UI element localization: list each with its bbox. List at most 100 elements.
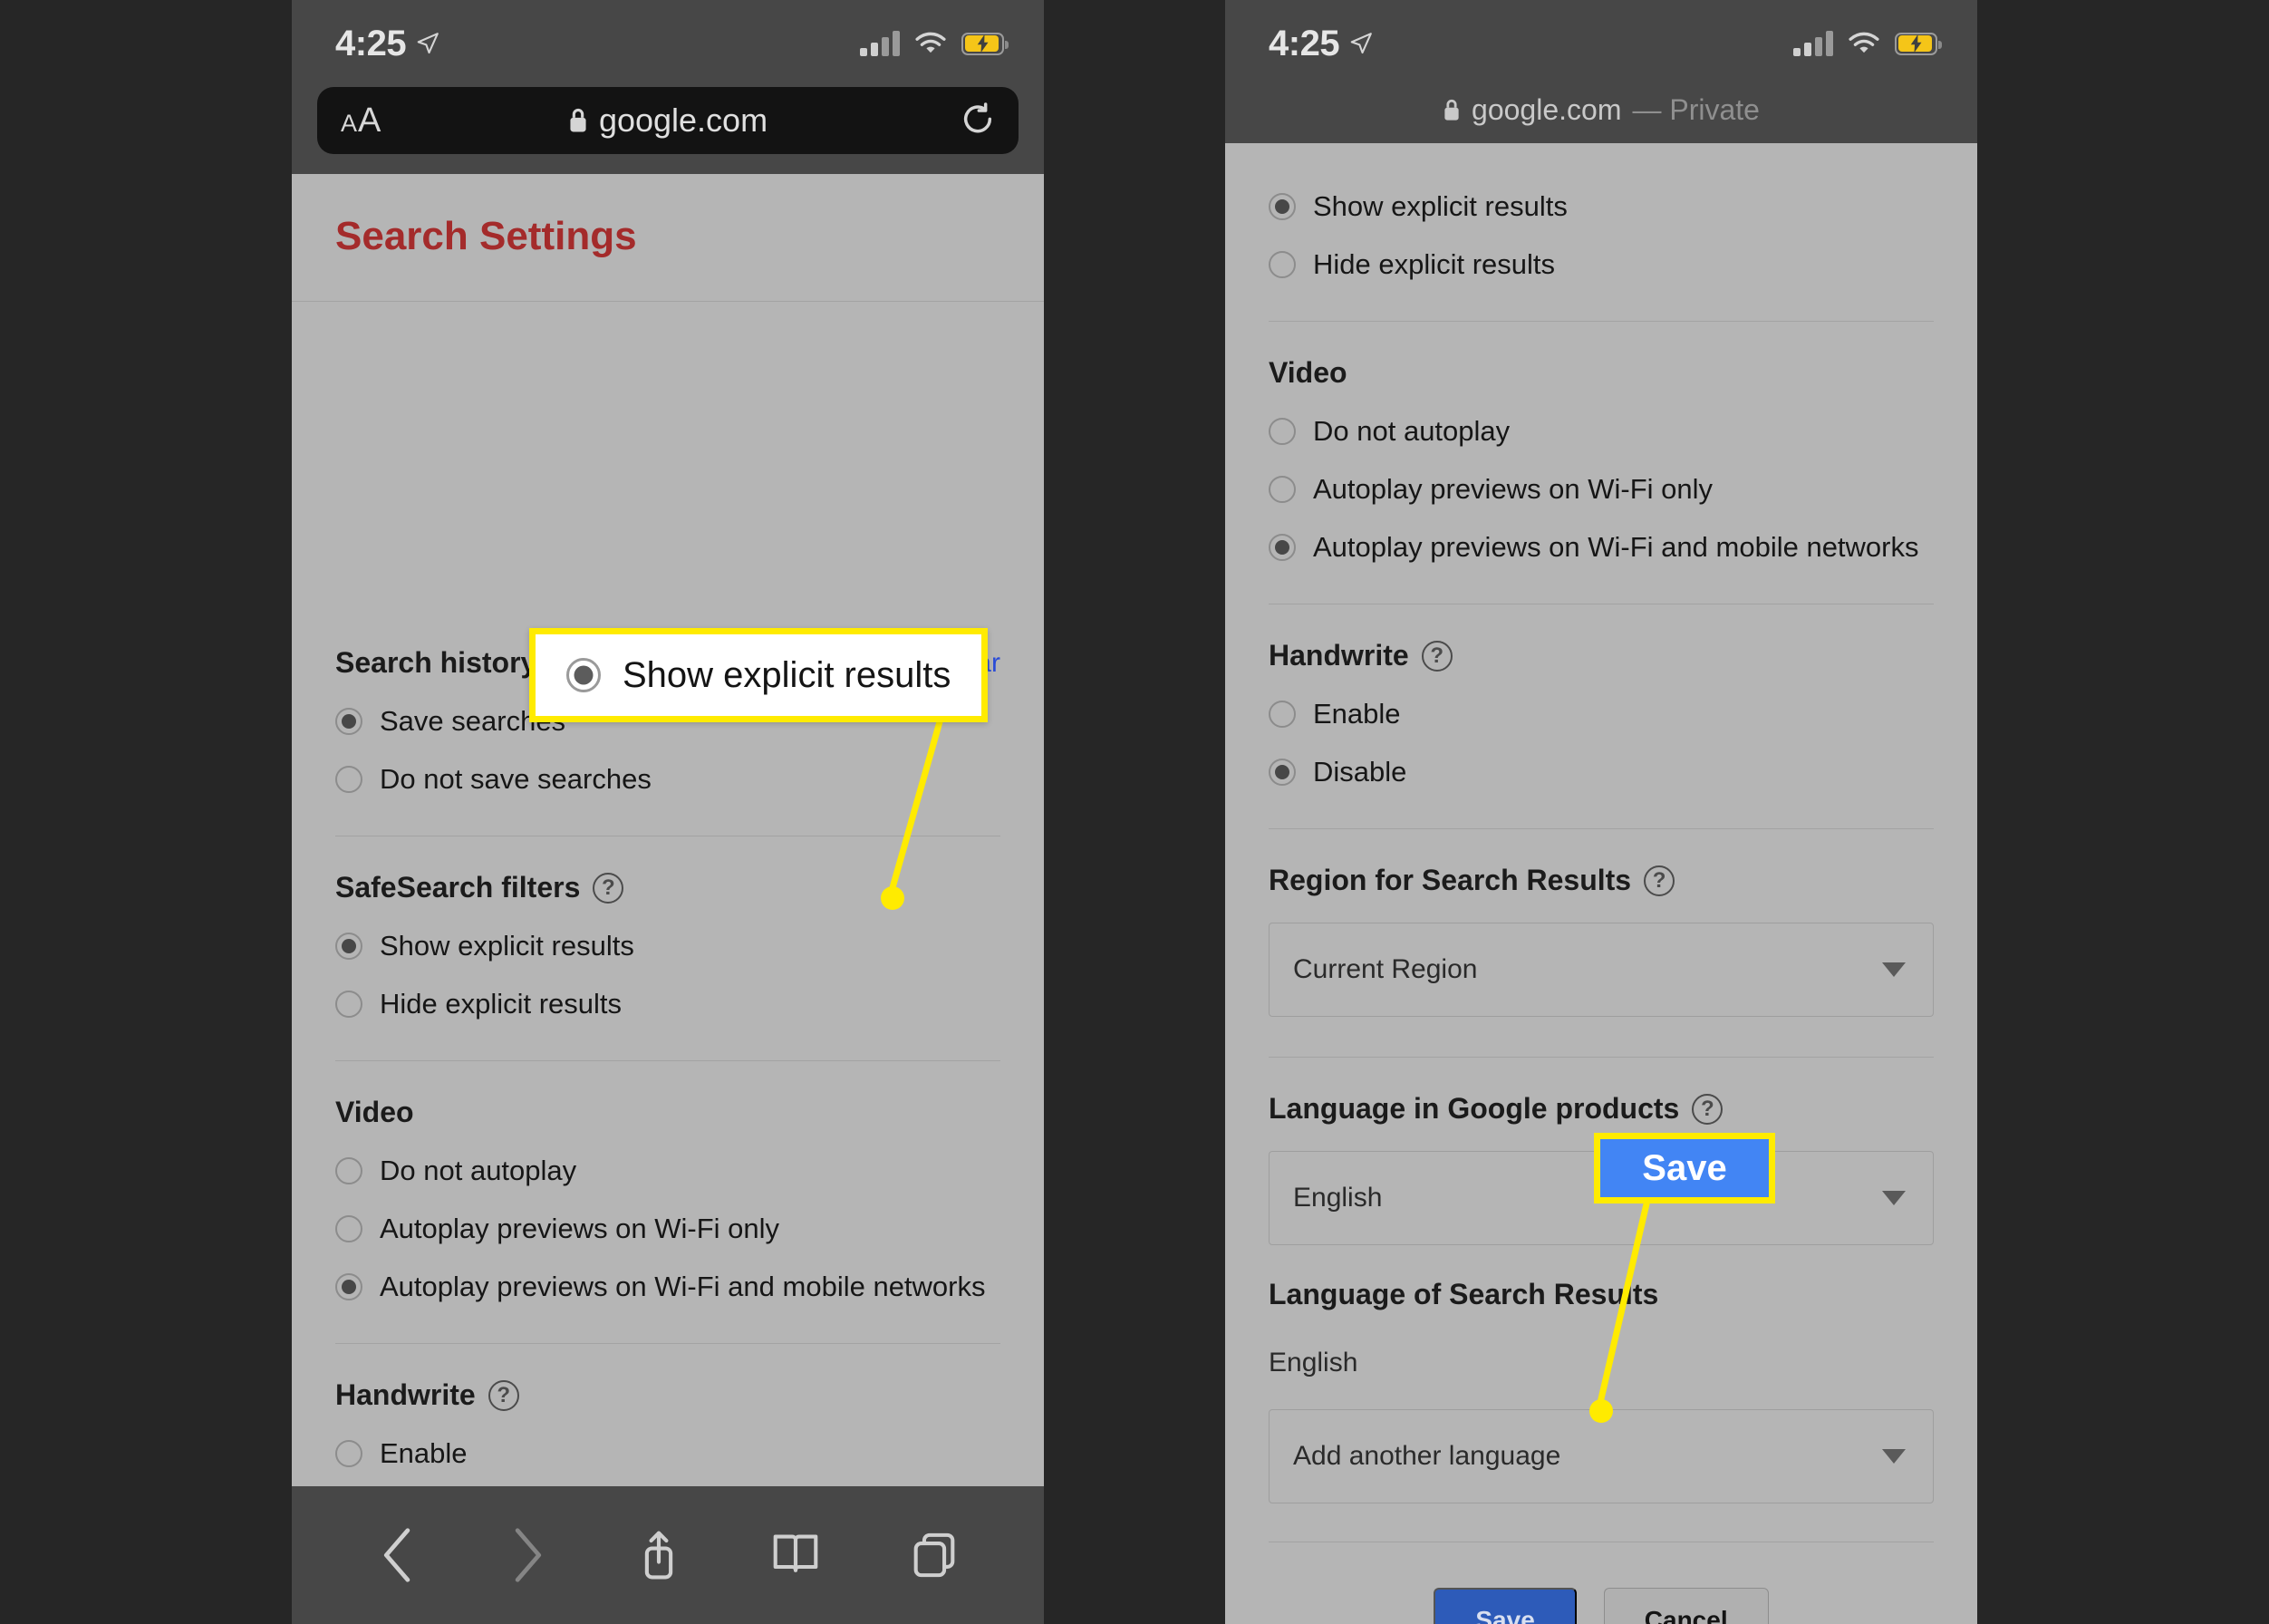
radio-button[interactable]: [335, 766, 362, 793]
section-safesearch-partial: Show explicit results Hide explicit resu…: [1225, 143, 1977, 322]
charging-bolt-icon: [1910, 34, 1921, 53]
radio-button[interactable]: [335, 991, 362, 1018]
forward-chevron-icon[interactable]: [509, 1527, 546, 1583]
help-icon[interactable]: ?: [1692, 1093, 1723, 1125]
cellular-signal-icon: [860, 31, 900, 56]
region-select[interactable]: Current Region: [1269, 923, 1934, 1017]
radio-button[interactable]: [335, 708, 362, 735]
section-language-products: Language in Google products ? English: [1225, 1058, 1977, 1245]
add-language-select[interactable]: Add another language: [1269, 1409, 1934, 1503]
radio-button[interactable]: [1269, 701, 1296, 728]
search-history-heading: Search history ?: [335, 646, 581, 680]
private-mode-label: — Private: [1632, 92, 1760, 126]
radio-button[interactable]: [1269, 759, 1296, 786]
left-status-bar: 4:25: [292, 0, 1044, 87]
radio-do-not-autoplay[interactable]: Do not autoplay: [1269, 415, 1934, 448]
radio-label: Autoplay previews on Wi-Fi and mobile ne…: [1313, 531, 1919, 563]
right-phone-screen: 4:25 google.com — Private Show explicit …: [1225, 0, 1977, 1624]
radio-button[interactable]: [1269, 418, 1296, 445]
save-button[interactable]: Save: [1434, 1588, 1577, 1624]
share-icon[interactable]: [638, 1528, 680, 1582]
radio-show-explicit-results[interactable]: Show explicit results: [1269, 190, 1934, 223]
radio-label: Do not save searches: [380, 763, 652, 795]
radio-label: Enable: [1313, 698, 1401, 730]
safari-bottom-toolbar: [292, 1486, 1044, 1624]
search-history-heading-row: Search history ? Clear: [335, 646, 1000, 680]
help-icon[interactable]: ?: [549, 647, 581, 679]
radio-button[interactable]: [335, 1440, 362, 1467]
radio-label: Hide explicit results: [380, 988, 623, 1020]
radio-do-not-autoplay[interactable]: Do not autoplay: [335, 1155, 1000, 1187]
help-icon[interactable]: ?: [1421, 640, 1453, 672]
radio-button[interactable]: [335, 1273, 362, 1300]
radio-button[interactable]: [1269, 251, 1296, 278]
section-video: Video Do not autoplay Autoplay previews …: [1225, 322, 1977, 604]
left-url-bar-container: AA google.com: [292, 87, 1044, 174]
lock-icon: [570, 109, 586, 132]
search-history-title: Search history: [335, 646, 537, 679]
private-domain-text: google.com: [1472, 92, 1622, 126]
lock-icon: [1444, 99, 1459, 121]
radio-hide-explicit-results[interactable]: Hide explicit results: [335, 988, 1000, 1020]
radio-hide-explicit-results[interactable]: Hide explicit results: [1269, 248, 1934, 281]
radio-do-not-save-searches[interactable]: Do not save searches: [335, 763, 1000, 796]
radio-show-explicit-results[interactable]: Show explicit results: [335, 930, 1000, 962]
radio-label: Autoplay previews on Wi-Fi only: [1313, 473, 1714, 505]
language-results-title: Language of Search Results: [1269, 1278, 1659, 1310]
cellular-signal-icon: [1793, 31, 1833, 56]
radio-handwrite-enable[interactable]: Enable: [335, 1437, 1000, 1470]
radio-autoplay-wifi-only[interactable]: Autoplay previews on Wi-Fi only: [335, 1213, 1000, 1245]
right-page-content: Show explicit results Hide explicit resu…: [1225, 143, 1977, 1624]
section-region: Region for Search Results ? Current Regi…: [1225, 829, 1977, 1058]
url-text: google.com: [598, 102, 768, 139]
charging-bolt-icon: [977, 34, 988, 53]
safesearch-title: SafeSearch filters: [335, 871, 581, 904]
help-icon[interactable]: ?: [593, 872, 624, 904]
add-language-value: Add another language: [1293, 1441, 1561, 1471]
screenshot-stage: 4:25 A A google.com Search Settings Sear…: [0, 0, 2269, 1624]
section-language-results: Language of Search Results English Add a…: [1225, 1245, 1977, 1542]
clear-history-link[interactable]: Clear: [935, 648, 1000, 679]
region-heading: Region for Search Results ?: [1269, 864, 1934, 897]
status-icons: [860, 31, 1009, 56]
action-button-row: Save Cancel: [1269, 1588, 1934, 1624]
private-title-bar[interactable]: google.com — Private: [1225, 87, 1977, 143]
radio-autoplay-wifi-only[interactable]: Autoplay previews on Wi-Fi only: [1269, 473, 1934, 506]
tabs-icon[interactable]: [912, 1532, 956, 1579]
radio-autoplay-wifi-mobile[interactable]: Autoplay previews on Wi-Fi and mobile ne…: [1269, 531, 1934, 564]
language-results-heading: Language of Search Results: [1269, 1278, 1934, 1311]
battery-charging-icon: [1895, 32, 1942, 55]
location-arrow-icon: [417, 33, 439, 54]
chevron-down-icon: [1882, 1191, 1906, 1205]
help-icon[interactable]: ?: [1644, 865, 1675, 896]
radio-button[interactable]: [335, 1157, 362, 1184]
region-title: Region for Search Results: [1269, 864, 1632, 896]
section-search-history: Search history ? Clear Save searches Do …: [292, 646, 1044, 836]
language-products-title: Language in Google products: [1269, 1092, 1680, 1125]
form-actions: Save Cancel To retain settings, you must…: [1225, 1588, 1977, 1624]
radio-autoplay-wifi-mobile[interactable]: Autoplay previews on Wi-Fi and mobile ne…: [335, 1271, 1000, 1303]
right-status-bar: 4:25: [1225, 0, 1977, 87]
radio-button[interactable]: [1269, 476, 1296, 503]
radio-handwrite-enable[interactable]: Enable: [1269, 698, 1934, 730]
video-heading: Video: [335, 1096, 1000, 1129]
radio-save-searches[interactable]: Save searches: [335, 705, 1000, 738]
radio-button[interactable]: [335, 933, 362, 960]
radio-button[interactable]: [335, 1215, 362, 1242]
radio-button[interactable]: [1269, 534, 1296, 561]
text-size-button[interactable]: AA: [341, 102, 381, 140]
wifi-icon: [1849, 32, 1879, 53]
radio-button[interactable]: [1269, 193, 1296, 220]
reload-icon[interactable]: [961, 102, 995, 139]
url-bar[interactable]: AA google.com: [317, 87, 1019, 154]
left-page-content: Search Settings Search history ? Clear S…: [292, 174, 1044, 1486]
safesearch-heading: SafeSearch filters ?: [335, 871, 1000, 904]
help-icon[interactable]: ?: [488, 1379, 519, 1411]
cancel-button[interactable]: Cancel: [1603, 1588, 1769, 1624]
radio-handwrite-disable[interactable]: Disable: [1269, 756, 1934, 788]
language-products-select[interactable]: English: [1269, 1151, 1934, 1245]
back-chevron-icon[interactable]: [380, 1527, 416, 1583]
book-icon[interactable]: [772, 1532, 819, 1578]
video-title: Video: [335, 1096, 414, 1128]
section-handwrite: Handwrite ? Enable Disable: [1225, 604, 1977, 829]
